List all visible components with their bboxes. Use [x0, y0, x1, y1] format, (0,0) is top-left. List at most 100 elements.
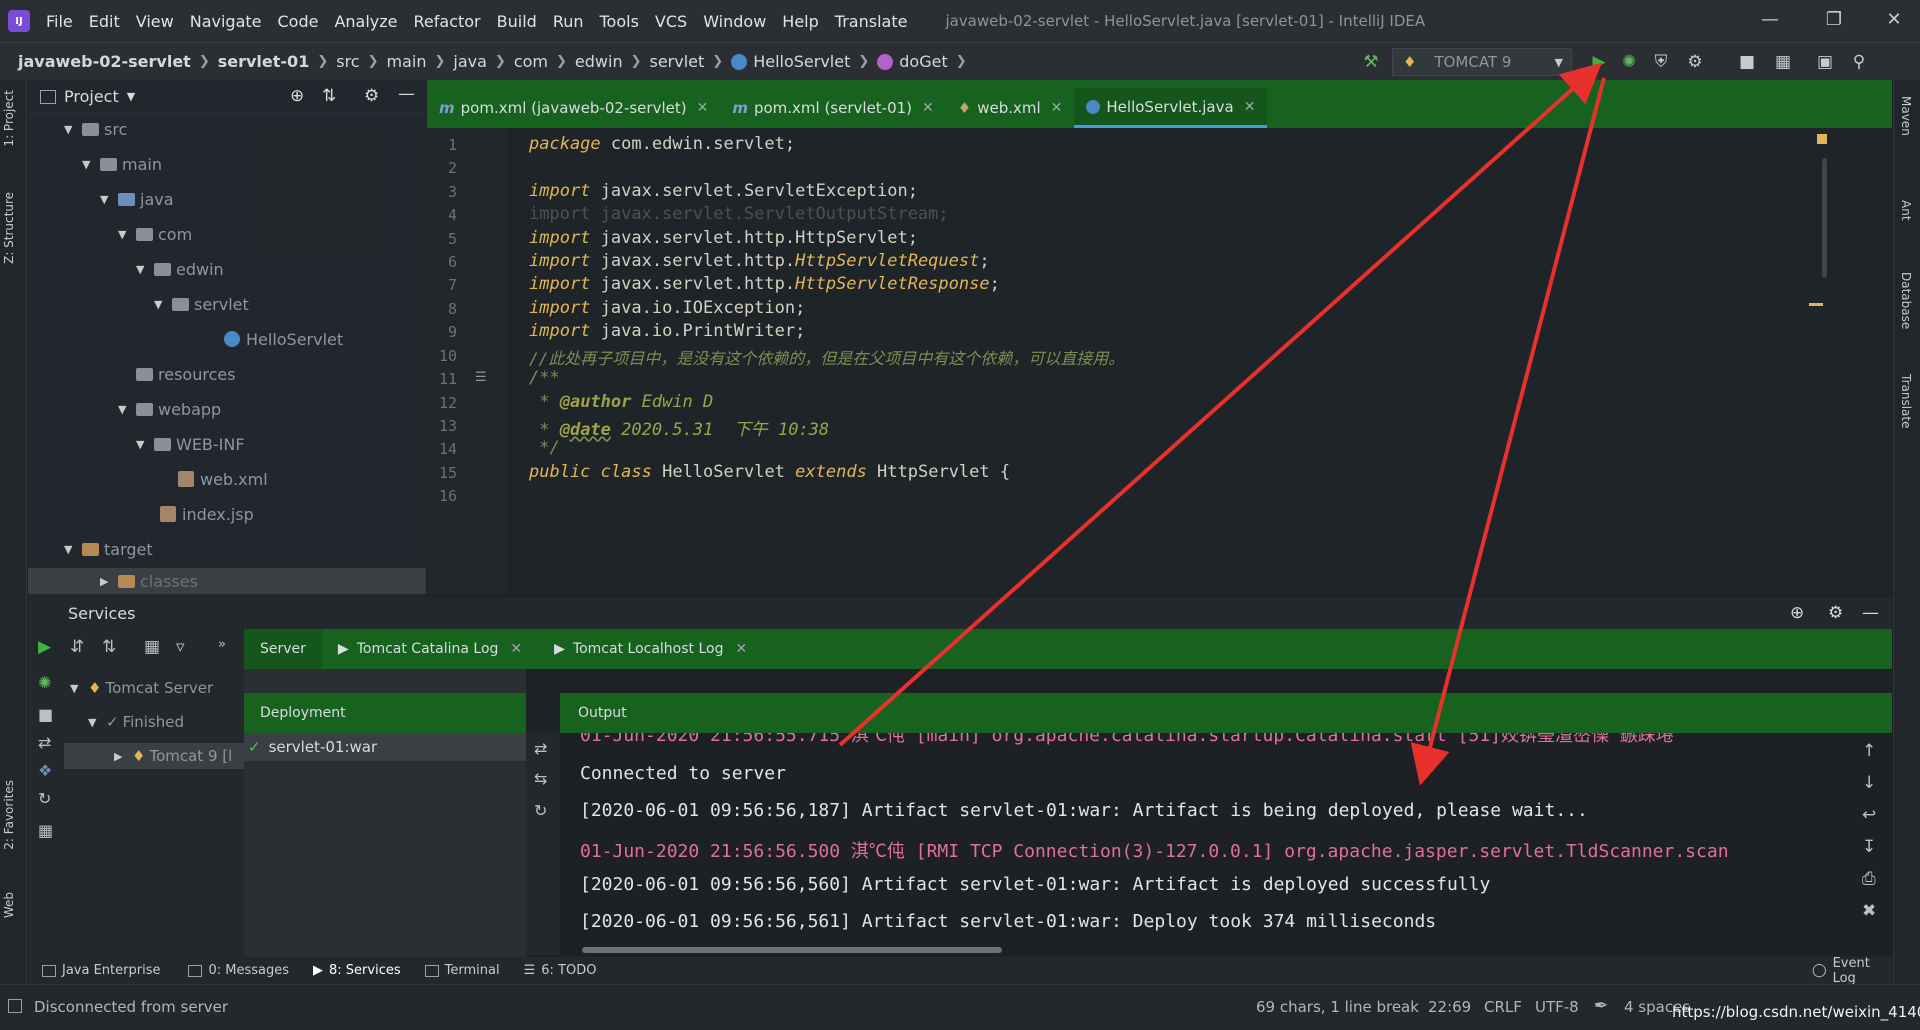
caret-position[interactable]: 22:69 — [1428, 998, 1471, 1016]
redeploy-icon[interactable]: ⇄ — [534, 739, 547, 758]
close-icon[interactable]: ✕ — [1880, 6, 1908, 34]
refresh-icon[interactable]: ↻ — [534, 801, 547, 820]
close-icon[interactable]: ✕ — [1244, 99, 1256, 115]
search-icon[interactable]: ⚲ — [1848, 51, 1870, 73]
profile-icon[interactable]: ⚙ — [1684, 51, 1706, 73]
close-icon[interactable]: ✕ — [510, 641, 522, 657]
tool-messages[interactable]: 0: Messages — [188, 963, 289, 978]
tab-web-xml[interactable]: ♦ web.xml ✕ — [946, 88, 1075, 128]
crumb-module[interactable]: servlet-01 — [218, 52, 310, 71]
menu-window[interactable]: Window — [703, 12, 766, 31]
tab-pom-module[interactable]: m pom.xml (servlet-01) ✕ — [720, 88, 945, 128]
restore-icon[interactable]: ❐ — [1820, 6, 1848, 34]
tab-pom-parent[interactable]: m pom.xml (javaweb-02-servlet) ✕ — [427, 88, 720, 128]
soft-wrap-icon[interactable]: ↩ — [1862, 805, 1876, 825]
menu-file[interactable]: File — [46, 12, 73, 31]
tree-item-servlet[interactable]: ▼ servlet — [154, 291, 249, 317]
project-panel-title[interactable]: Project — [64, 87, 119, 106]
tree-item-com[interactable]: ▼ com — [118, 221, 192, 247]
tool-event-log[interactable]: ◯ Event Log — [1812, 956, 1892, 986]
refresh-icon[interactable]: ↻ — [38, 789, 51, 808]
tab-localhost-log[interactable]: ▶ Tomcat Localhost Log ✕ — [538, 629, 763, 669]
menu-help[interactable]: Help — [782, 12, 818, 31]
layout-icon[interactable]: ▣ — [1814, 51, 1836, 73]
trash-icon[interactable]: ✖ — [1862, 901, 1876, 921]
close-icon[interactable]: ✕ — [735, 641, 747, 657]
hammer-icon[interactable]: ⚒ — [1360, 51, 1382, 73]
crumb-com[interactable]: com — [514, 52, 548, 71]
code-editor[interactable]: 1 2 3 4 5 6 7 8 9 10 11 12 13 14 15 16 ☰… — [427, 128, 1892, 594]
close-icon[interactable]: ✕ — [922, 100, 934, 116]
deployment-item[interactable]: ✓ servlet-01:war — [244, 733, 526, 761]
menu-navigate[interactable]: Navigate — [190, 12, 262, 31]
file-encoding[interactable]: UTF-8 — [1535, 998, 1579, 1016]
menu-code[interactable]: Code — [278, 12, 319, 31]
menu-translate[interactable]: Translate — [835, 12, 908, 31]
filter-icon[interactable]: ▿ — [176, 637, 185, 657]
close-icon[interactable]: ✕ — [697, 100, 709, 116]
stop-icon[interactable]: ■ — [1736, 51, 1758, 73]
arrow-up-icon[interactable]: ↑ — [1862, 741, 1876, 761]
tree-item-helloservlet[interactable]: HelloServlet — [224, 326, 343, 352]
tree-item-classes[interactable]: ▶ classes — [28, 568, 426, 594]
tab-maven[interactable]: Maven — [1899, 96, 1913, 136]
group-icon[interactable]: ▦ — [144, 637, 160, 657]
crumb-servlet[interactable]: servlet — [649, 52, 704, 71]
crumb-edwin[interactable]: edwin — [575, 52, 623, 71]
tree-item-webapp[interactable]: ▼ webapp — [118, 396, 221, 422]
menu-view[interactable]: View — [136, 12, 174, 31]
project-structure-icon[interactable]: ▦ — [1772, 51, 1794, 73]
run-icon[interactable]: ▶ — [1588, 51, 1610, 73]
layout-icon[interactable]: ▦ — [38, 821, 53, 840]
tab-helloservlet[interactable]: HelloServlet.java ✕ — [1074, 88, 1268, 128]
tab-translate[interactable]: Translate — [1899, 374, 1913, 429]
tree-item-java[interactable]: ▼ java — [100, 186, 174, 212]
menu-edit[interactable]: Edit — [89, 12, 120, 31]
run-configuration-select[interactable]: ♦ TOMCAT 9 ▼ — [1392, 48, 1572, 76]
tool-services[interactable]: ▶ 8: Services — [313, 963, 401, 978]
arrow-down-icon[interactable]: ↓ — [1862, 773, 1876, 793]
fold-marker-icon[interactable]: ☰ — [475, 370, 487, 385]
tree-item-finished[interactable]: ▼ ✓ Finished — [88, 709, 184, 735]
menu-run[interactable]: Run — [553, 12, 584, 31]
tab-database[interactable]: Database — [1899, 272, 1913, 329]
scroll-to-end-icon[interactable]: ↧ — [1862, 837, 1876, 857]
deploy-icon[interactable]: ⇄ — [38, 733, 51, 752]
tree-item-index-jsp[interactable]: index.jsp — [160, 501, 254, 527]
menu-build[interactable]: Build — [497, 12, 537, 31]
tab-favorites[interactable]: 2: Favorites — [2, 780, 16, 850]
hide-icon[interactable]: — — [398, 84, 415, 104]
tab-project[interactable]: 1: Project — [2, 90, 16, 147]
gear-icon[interactable]: ⚙ — [364, 86, 379, 106]
tool-todo[interactable]: ☰ 6: TODO — [524, 963, 597, 978]
menu-tools[interactable]: Tools — [600, 12, 639, 31]
tool-terminal[interactable]: Terminal — [424, 963, 500, 978]
more-icon[interactable]: » — [218, 637, 226, 652]
stop-icon[interactable]: ■ — [38, 705, 53, 724]
coverage-icon[interactable]: ⛨ — [1650, 51, 1672, 73]
vertical-scrollbar[interactable] — [1822, 158, 1827, 278]
tab-catalina-log[interactable]: ▶ Tomcat Catalina Log ✕ — [322, 629, 538, 669]
undeploy-icon[interactable]: ⇆ — [534, 769, 547, 788]
line-separator[interactable]: CRLF — [1484, 998, 1522, 1016]
error-stripe-marker[interactable] — [1809, 303, 1823, 306]
tree-item-main[interactable]: ▼ main — [82, 151, 162, 177]
collapse-all-icon[interactable]: ⇅ — [322, 86, 336, 106]
locate-icon[interactable]: ⊕ — [1790, 603, 1804, 623]
chevron-down-icon[interactable]: ▼ — [127, 90, 135, 103]
debug-icon[interactable]: ✺ — [38, 673, 51, 692]
tab-structure[interactable]: Z: Structure — [2, 192, 16, 264]
debug-icon[interactable]: ✺ — [1618, 51, 1640, 73]
print-icon[interactable]: ⎙ — [1862, 869, 1876, 889]
console-output[interactable]: 01-Jun-2020 21:56:55.715 淇℃伅 [main] org.… — [560, 733, 1850, 955]
tree-item-web-inf[interactable]: ▼ WEB-INF — [136, 431, 245, 457]
horizontal-scrollbar[interactable] — [582, 947, 1002, 953]
crumb-main[interactable]: main — [387, 52, 427, 71]
tree-item-resources[interactable]: resources — [132, 361, 236, 387]
hide-icon[interactable]: — — [1862, 603, 1879, 623]
menu-analyze[interactable]: Analyze — [334, 12, 397, 31]
warning-marker-icon[interactable] — [1817, 134, 1827, 144]
minimize-icon[interactable]: — — [1756, 6, 1784, 34]
toggle-tool-windows-icon[interactable] — [8, 999, 22, 1013]
close-icon[interactable]: ✕ — [1051, 100, 1063, 116]
